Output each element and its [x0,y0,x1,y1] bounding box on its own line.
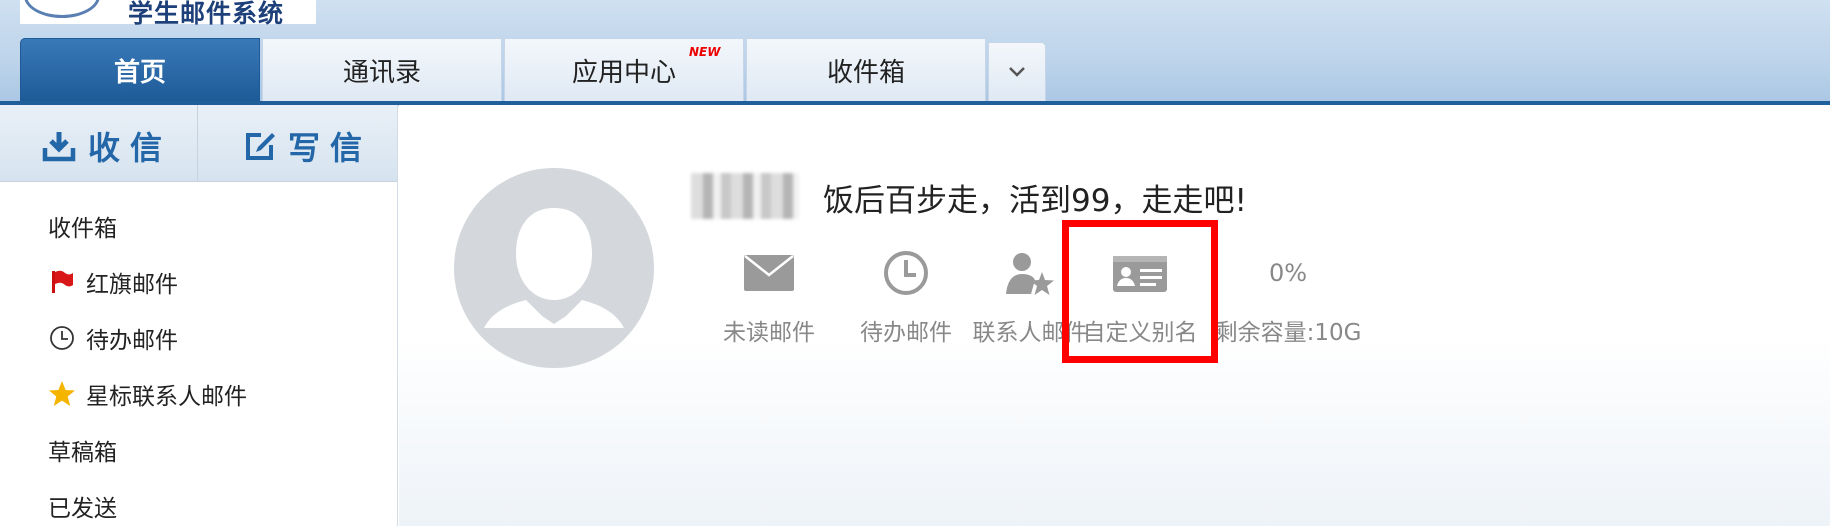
download-tray-icon [42,132,76,162]
folder-red-flag[interactable]: 红旗邮件 [48,265,178,299]
folder-label: 星标联系人邮件 [86,384,247,410]
folder-todo[interactable]: 待办邮件 [48,321,178,355]
tab-app-center[interactable]: 应用中心 NEW [504,38,744,101]
tab-label: 通讯录 [342,57,421,88]
greeting-text: 饭后百步走，活到99，走走吧! [823,183,1247,219]
new-badge: NEW [689,45,721,59]
stat-custom-alias[interactable]: 自定义别名 [1067,245,1213,347]
edit-icon [246,133,275,160]
write-label: 写信 [288,129,373,167]
stat-label: 自定义别名 [1082,320,1198,346]
receive-button[interactable]: 收信 [42,123,172,169]
folder-inbox[interactable]: 收件箱 [48,209,117,243]
logo: 学生邮件系统 [20,0,316,28]
tab-label: 应用中心 [571,57,676,88]
logo-text: 学生邮件系统 [128,0,285,28]
stat-storage: 0% 剩余容量:10G [1211,245,1365,347]
school-emblem-icon [24,0,100,18]
sidebar: 收信 写信 收件箱 红旗邮件 待办邮件 星标联系人邮件 草稿箱 已发送 [0,105,398,526]
red-flag-icon [48,268,76,296]
tab-contacts[interactable]: 通讯录 [262,38,502,101]
folder-label: 红旗邮件 [86,272,178,298]
receive-label: 收信 [88,129,173,167]
tab-label: 首页 [113,57,166,88]
id-card-icon [1067,245,1213,301]
folder-label: 收件箱 [48,216,117,242]
folder-starred-contacts[interactable]: 星标联系人邮件 [48,377,247,411]
folder-label: 草稿箱 [48,440,117,466]
clock-icon [48,324,76,352]
envelope-icon [693,245,845,301]
tab-home[interactable]: 首页 [20,38,260,101]
more-tabs-button[interactable] [988,42,1046,101]
tab-label: 收件箱 [826,57,905,88]
avatar[interactable] [454,168,654,368]
storage-percent: 0% [1268,259,1308,287]
storage-label: 剩余容量:10G [1214,320,1362,346]
stat-unread[interactable]: 未读邮件 [693,245,845,347]
folder-label: 已发送 [48,496,117,522]
compose-divider [197,105,198,182]
main-panel: 饭后百步走，活到99，走走吧! 未读邮件 待办邮件 联系人邮件 自定义别名 0%… [399,105,1830,526]
star-icon [48,380,76,408]
write-button[interactable]: 写信 [244,123,372,169]
stat-label: 未读邮件 [723,320,815,346]
tab-inbox[interactable]: 收件箱 [746,38,986,101]
folder-drafts[interactable]: 草稿箱 [48,433,117,467]
folder-sent[interactable]: 已发送 [48,489,117,523]
username-blurred [691,173,799,219]
chevron-down-icon [1009,67,1025,77]
compose-bar: 收信 写信 [0,105,397,182]
user-silhouette-icon [484,208,624,328]
folder-label: 待办邮件 [86,328,178,354]
top-header: 学生邮件系统 首页 通讯录 应用中心 NEW 收件箱 [0,0,1830,106]
